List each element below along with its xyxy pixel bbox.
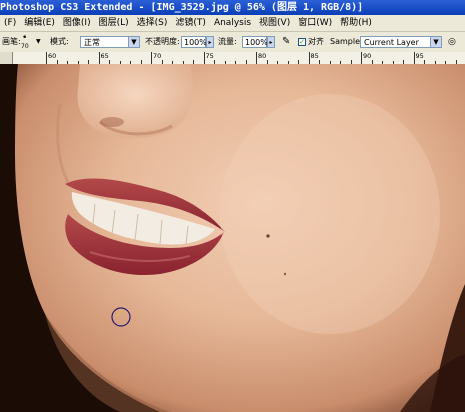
ignore-adjustment-layers-icon[interactable]: ◎ <box>448 32 456 52</box>
ruler-major-tick <box>256 52 257 64</box>
menu-analysis[interactable]: Analysis <box>210 15 255 31</box>
opacity-slider-arrow-icon[interactable]: ▸ <box>206 36 214 48</box>
flow-value: 100% <box>245 38 268 47</box>
ruler-major-tick <box>308 52 310 64</box>
brush-size[interactable]: 70 <box>21 37 29 52</box>
flow-field[interactable]: 100% <box>242 36 268 48</box>
opacity-value: 100% <box>184 38 207 47</box>
aligned-checkbox[interactable]: ✓ <box>298 38 306 46</box>
brush-picker-arrow-icon[interactable]: ▼ <box>36 32 41 52</box>
airbrush-icon[interactable]: ✎ <box>282 32 290 52</box>
options-bar: 画笔: • 70 ▼ 模式: 正常 ▼ 不透明度: 100% ▸ 流量: 100… <box>0 32 465 53</box>
ruler-label: 75 <box>205 52 214 60</box>
ruler-major-tick <box>46 52 47 64</box>
menu-help[interactable]: 帮助(H) <box>336 15 376 31</box>
ruler-label: 85 <box>310 52 319 60</box>
menu-file[interactable]: (F) <box>0 15 20 31</box>
title-bar: Photoshop CS3 Extended - [IMG_3529.jpg @… <box>0 0 465 15</box>
sample-select[interactable]: Current Layer ▼ <box>360 36 442 48</box>
menu-edit[interactable]: 编辑(E) <box>20 15 59 31</box>
aligned-label: 对齐 <box>308 37 324 46</box>
ruler-major-tick <box>203 52 205 64</box>
menu-select[interactable]: 选择(S) <box>133 15 172 31</box>
ruler-label: 95 <box>415 52 424 60</box>
ruler-label: 80 <box>258 52 267 60</box>
flow-slider-arrow-icon[interactable]: ▸ <box>267 36 275 48</box>
menu-window[interactable]: 窗口(W) <box>294 15 336 31</box>
flow-label: 流量: <box>218 37 237 46</box>
menu-image[interactable]: 图像(I) <box>59 15 95 31</box>
chevron-down-icon: ▼ <box>128 37 139 47</box>
image-canvas[interactable] <box>0 64 465 412</box>
chevron-down-icon: ▼ <box>430 37 441 47</box>
ruler-major-tick <box>151 52 152 64</box>
mode-label: 模式: <box>50 37 69 46</box>
ruler-label: 90 <box>363 52 372 60</box>
menu-view[interactable]: 视图(V) <box>255 15 294 31</box>
ruler-label: 65 <box>100 52 109 60</box>
menu-bar: (F) 编辑(E) 图像(I) 图层(L) 选择(S) 滤镜(T) Analysis 视图(V… <box>0 15 465 32</box>
mode-value: 正常 <box>84 38 100 47</box>
ruler-major-tick <box>98 52 100 64</box>
ruler-label: 60 <box>48 52 57 60</box>
opacity-label: 不透明度: <box>145 37 180 46</box>
opacity-field[interactable]: 100% <box>181 36 207 48</box>
ruler-major-tick <box>413 52 415 64</box>
menu-filter[interactable]: 滤镜(T) <box>171 15 210 31</box>
brush-label: 画笔: <box>2 37 21 46</box>
ruler-corner[interactable] <box>0 52 13 64</box>
mode-select[interactable]: 正常 ▼ <box>80 36 140 48</box>
menu-layer[interactable]: 图层(L) <box>95 15 133 31</box>
face-photo <box>0 64 465 412</box>
ruler-major-tick <box>361 52 362 64</box>
ruler-label: 70 <box>153 52 162 60</box>
sample-label: Sample: <box>330 37 363 46</box>
window-title: Photoshop CS3 Extended - [IMG_3529.jpg @… <box>0 2 364 13</box>
sample-value: Current Layer <box>364 38 419 47</box>
